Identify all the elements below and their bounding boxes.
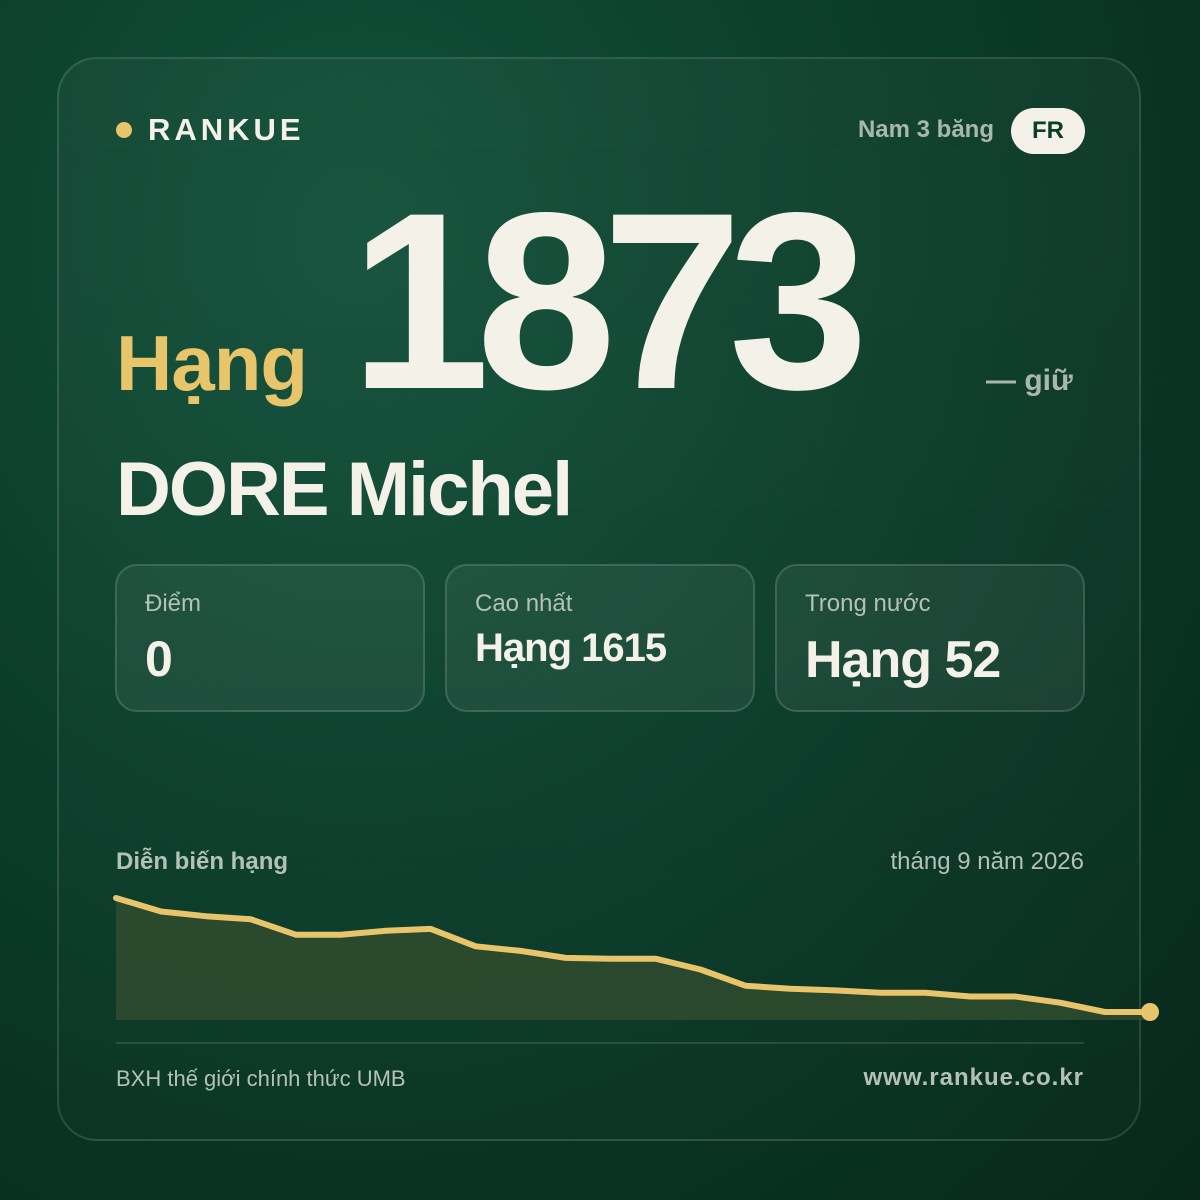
stat-card-points: Điểm 0: [115, 564, 425, 712]
country-badge: FR: [1011, 108, 1085, 154]
footer-url[interactable]: www.rankue.co.kr: [863, 1064, 1084, 1092]
category-label: Nam 3 băng: [857, 116, 994, 143]
footer-divider: [116, 1042, 1084, 1044]
chart-end-point: [1141, 1003, 1159, 1021]
chart-title: Diễn biến hạng: [116, 848, 289, 875]
brand: RANKUE: [116, 112, 305, 148]
stat-value: 0: [145, 631, 173, 687]
brand-name: RANKUE: [148, 112, 305, 147]
stat-value: Hạng 1615: [475, 626, 667, 670]
chart-date: tháng 9 năm 2026: [890, 848, 1085, 875]
rank-prefix: Hạng: [116, 319, 308, 407]
footer-source: BXH thế giới chính thức UMB: [116, 1066, 406, 1091]
stat-card-best: Cao nhất Hạng 1615: [445, 564, 755, 712]
stat-label: Điểm: [145, 590, 202, 617]
player-name: DORE Michel: [116, 447, 573, 532]
stat-value: Hạng 52: [805, 631, 1001, 689]
rank-number: 1873: [350, 161, 869, 442]
stat-card-national: Trong nước Hạng 52: [775, 564, 1085, 712]
stat-label: Cao nhất: [475, 590, 573, 617]
brand-dot-icon: [116, 122, 132, 138]
stat-label: Trong nước: [805, 590, 931, 617]
rank-change: — giữ: [986, 364, 1073, 397]
